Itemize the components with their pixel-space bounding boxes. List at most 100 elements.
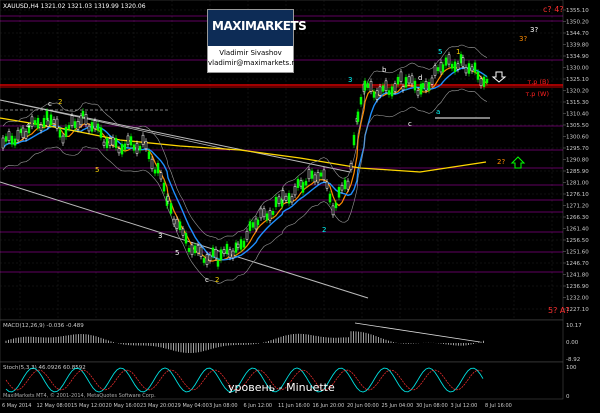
author-email: vladimir@maximarkets.ru bbox=[208, 59, 299, 67]
candle-body bbox=[436, 67, 440, 72]
candle-body bbox=[296, 178, 300, 188]
wave-label-top3: 3? bbox=[530, 26, 538, 34]
wave-count-label: 3 bbox=[158, 232, 162, 240]
candle-body bbox=[485, 78, 489, 83]
candle-body bbox=[265, 213, 269, 221]
candle-body bbox=[254, 218, 258, 230]
candle-body bbox=[84, 114, 88, 125]
candle-body bbox=[76, 120, 80, 130]
candle-body bbox=[387, 90, 391, 95]
candle-body bbox=[102, 141, 106, 146]
candle-body bbox=[1, 137, 5, 149]
candle-body bbox=[439, 62, 443, 73]
price-tick: 1271.20 bbox=[566, 204, 589, 210]
candle-body bbox=[156, 162, 160, 174]
candle-body bbox=[13, 138, 17, 146]
wave-count-label: 2 bbox=[215, 276, 219, 284]
wave-label-5a: 5? A? bbox=[548, 306, 570, 315]
candle-body bbox=[372, 91, 376, 98]
wave-label-2: 2? bbox=[497, 158, 505, 166]
wave-count-label: 5 bbox=[95, 166, 99, 174]
candle-body bbox=[73, 121, 77, 129]
candle-body bbox=[433, 65, 437, 76]
candle-body bbox=[120, 143, 124, 155]
candle-body bbox=[334, 202, 338, 209]
candle-body bbox=[225, 243, 229, 254]
candle-body bbox=[208, 254, 212, 261]
time-tick: 20 May 16:00 bbox=[106, 403, 140, 409]
candle-body bbox=[87, 125, 91, 132]
candle-body bbox=[239, 239, 243, 250]
candle-body bbox=[369, 81, 373, 92]
price-tick: 1355.10 bbox=[566, 8, 589, 14]
candle-body bbox=[384, 80, 388, 92]
price-tick: 1350.20 bbox=[566, 20, 589, 26]
candle-body bbox=[251, 222, 255, 228]
wave-count-label: 3 bbox=[348, 76, 352, 84]
candle-body bbox=[424, 81, 428, 91]
price-chart[interactable]: c 24535c 223bdca5 1 1355.101350.201344.7013… bbox=[0, 0, 600, 409]
candle-body bbox=[464, 67, 468, 74]
candle-body bbox=[340, 184, 344, 191]
candle-body bbox=[228, 249, 232, 258]
candle-body bbox=[450, 63, 454, 69]
candle-body bbox=[55, 118, 59, 129]
candle-body bbox=[117, 148, 121, 154]
author-block: Vladimir Sivashov vladimir@maximarkets.r… bbox=[208, 48, 299, 68]
wave-count-label: 5 bbox=[438, 48, 442, 56]
candle-body bbox=[105, 137, 109, 149]
candle-body bbox=[245, 230, 249, 240]
candle-body bbox=[159, 172, 163, 180]
price-tick: 1251.60 bbox=[566, 250, 589, 256]
wave-count-label: 2 bbox=[58, 98, 62, 106]
time-tick: 23 May 20:00 bbox=[140, 403, 174, 409]
wave-count-label: d bbox=[418, 74, 422, 82]
candle-body bbox=[10, 135, 14, 145]
candle-body bbox=[67, 125, 71, 129]
macd-pane[interactable] bbox=[0, 319, 564, 363]
candle-body bbox=[211, 247, 215, 257]
price-tick: 1256.50 bbox=[566, 238, 589, 244]
candle-body bbox=[123, 143, 127, 150]
price-tick: 1310.40 bbox=[566, 112, 589, 118]
candle-body bbox=[178, 221, 182, 231]
candle-body bbox=[46, 120, 50, 127]
candle-body bbox=[39, 124, 43, 131]
candle-body bbox=[49, 114, 53, 126]
candle-body bbox=[268, 210, 272, 221]
candle-body bbox=[290, 196, 294, 203]
candle-body bbox=[24, 131, 28, 139]
stoch-tick-bottom: 0 bbox=[566, 394, 570, 400]
wave-count-label: 1 bbox=[456, 48, 460, 56]
candle-body bbox=[413, 80, 417, 91]
candle-body bbox=[313, 174, 317, 183]
candle-body bbox=[299, 180, 303, 187]
candle-body bbox=[132, 144, 136, 151]
candle-body bbox=[61, 135, 65, 144]
candle-body bbox=[108, 138, 112, 146]
candle-body bbox=[248, 221, 252, 231]
candle-body bbox=[419, 83, 423, 95]
candle-body bbox=[21, 127, 25, 138]
candle-body bbox=[150, 158, 154, 170]
candle-body bbox=[346, 180, 350, 190]
candle-body bbox=[147, 151, 151, 159]
candle-body bbox=[169, 203, 173, 214]
candle-body bbox=[236, 243, 240, 248]
candle-body bbox=[381, 85, 385, 92]
candle-body bbox=[196, 245, 200, 254]
trading-chart-window[interactable]: c24535c223bdca51 1355.10 1350.20 1344.70 13… bbox=[0, 0, 600, 409]
candle-body bbox=[231, 250, 235, 259]
symbol-header: XAUUSD,H4 1321.02 1321.03 1319.99 1320.0… bbox=[3, 3, 146, 10]
candle-body bbox=[259, 208, 263, 219]
candle-body bbox=[193, 245, 197, 254]
candle-body bbox=[222, 249, 226, 254]
price-tick: 1281.00 bbox=[566, 181, 589, 187]
candle-body bbox=[307, 169, 311, 180]
candle-body bbox=[407, 76, 411, 84]
candle-body bbox=[287, 193, 291, 204]
price-tick: 1241.80 bbox=[566, 273, 589, 279]
time-tick: 11 Jun 16:00 bbox=[278, 403, 310, 409]
candle-body bbox=[328, 193, 332, 203]
candle-body bbox=[399, 71, 403, 82]
